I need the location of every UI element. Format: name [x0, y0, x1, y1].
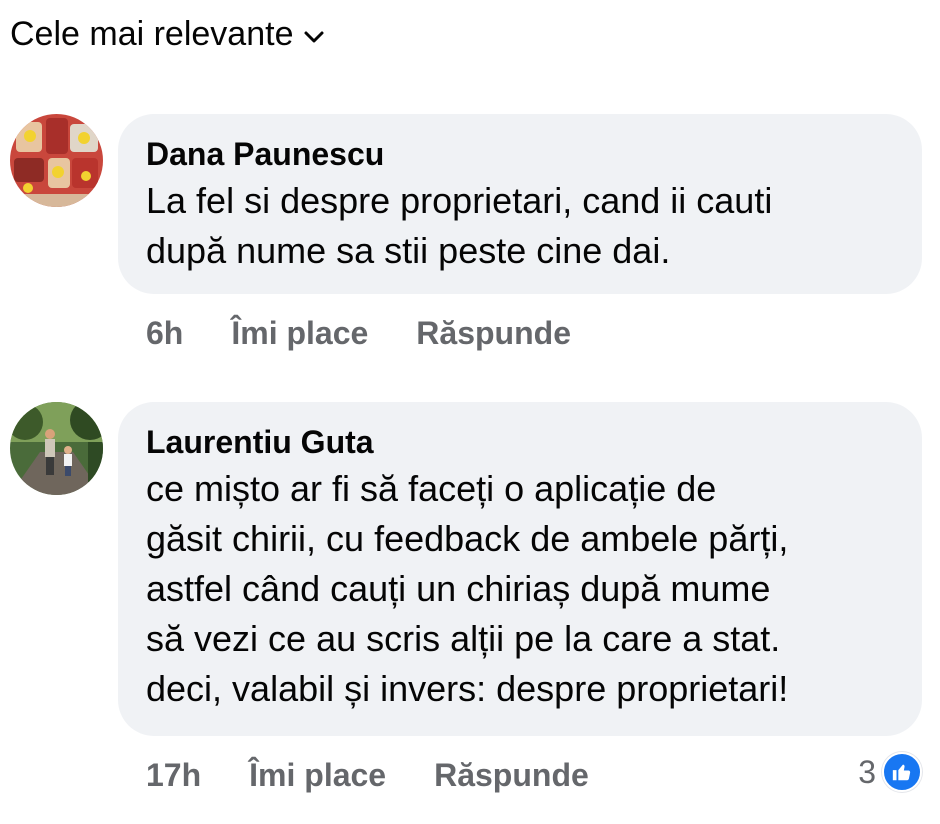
comment-author[interactable]: Dana Paunescu: [146, 132, 898, 176]
cartoon-avatar-icon: [10, 114, 103, 207]
comment-timestamp[interactable]: 6h: [146, 313, 183, 353]
comment-actions: 6h Îmi place Răspunde: [146, 313, 571, 353]
comment-actions: 17h Îmi place Răspunde: [146, 755, 589, 795]
comment-text: ce mișto ar fi să faceți o aplicație de …: [146, 468, 789, 709]
comment-author[interactable]: Laurentiu Guta: [146, 420, 898, 464]
sort-label: Cele mai relevante: [10, 15, 294, 53]
comment-timestamp[interactable]: 17h: [146, 755, 201, 795]
sort-dropdown[interactable]: Cele mai relevante: [10, 12, 325, 56]
avatar[interactable]: [10, 114, 103, 207]
reaction-summary[interactable]: 3: [858, 752, 922, 792]
photo-avatar-icon: [10, 402, 103, 495]
comment-text: La fel si despre proprietari, cand ii ca…: [146, 180, 773, 271]
reply-button[interactable]: Răspunde: [416, 313, 571, 353]
reaction-count: 3: [858, 753, 876, 790]
chevron-down-icon: [303, 26, 325, 48]
like-button[interactable]: Îmi place: [231, 313, 368, 353]
comment-bubble: Dana Paunescu La fel si despre proprieta…: [118, 114, 922, 294]
like-button[interactable]: Îmi place: [249, 755, 386, 795]
comment-bubble: Laurentiu Guta ce mișto ar fi să faceți …: [118, 402, 922, 736]
thumbs-up-icon: [882, 752, 922, 792]
reply-button[interactable]: Răspunde: [434, 755, 589, 795]
avatar[interactable]: [10, 402, 103, 495]
